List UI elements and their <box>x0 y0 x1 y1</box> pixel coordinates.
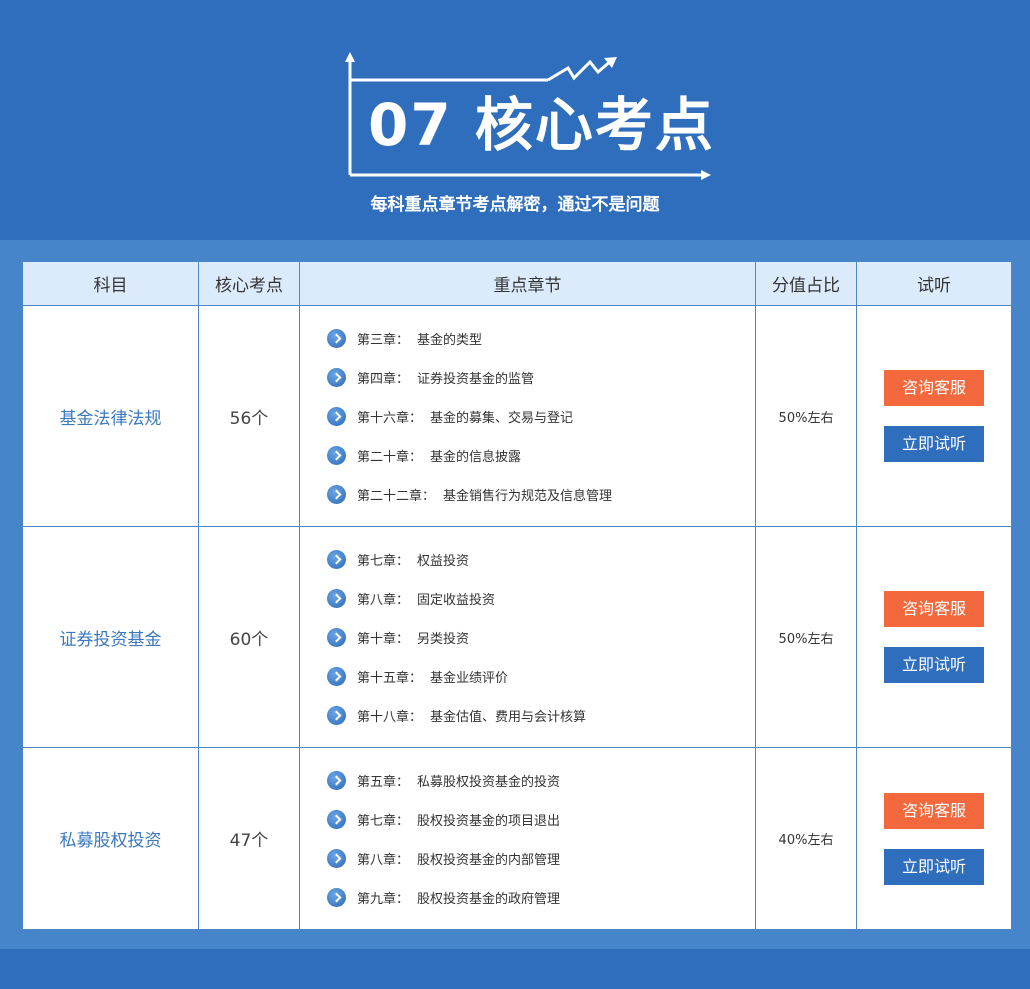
column-header: 分值占比 <box>755 261 857 306</box>
chapter-number: 第二十二章： <box>357 488 436 504</box>
column-header: 试听 <box>856 261 1012 306</box>
chevron-right-circle-icon <box>327 445 346 465</box>
actions-cell: 咨询客服 立即试听 <box>856 526 1012 748</box>
chapter-item: 第十五章： 基金业绩评价 <box>327 657 755 696</box>
chevron-right-circle-icon <box>327 770 346 790</box>
chevron-right-circle-icon <box>327 406 346 426</box>
chapter-number: 第十六章： <box>357 410 423 426</box>
chapters-cell: 第七章： 权益投资 第八章： 固定收益投资 第十章： 另类投资 第十五章： 基金业绩评价… <box>299 526 756 748</box>
consult-button[interactable]: 咨询客服 <box>884 591 984 627</box>
listen-button[interactable]: 立即试听 <box>884 426 984 462</box>
count-cell: 60个 <box>198 526 300 748</box>
consult-button[interactable]: 咨询客服 <box>884 792 984 829</box>
listen-button[interactable]: 立即试听 <box>884 647 984 683</box>
chevron-right-circle-icon <box>327 549 346 569</box>
chevron-right-circle-icon <box>327 367 346 387</box>
chapter-title: 权益投资 <box>417 553 470 569</box>
chapter-item: 第十六章： 基金的募集、交易与登记 <box>327 397 755 436</box>
table-row: 私募股权投资 47个 第五章： 私募股权投资基金的投资 第七章： 股权投资基金的项目… <box>22 747 1012 930</box>
chapter-item: 第十八章： 基金估值、费用与会计核算 <box>327 696 755 735</box>
chapter-title: 私募股权投资基金的投资 <box>417 774 561 790</box>
chapter-item: 第八章： 股权投资基金的内部管理 <box>327 839 755 878</box>
column-header: 重点章节 <box>299 261 756 306</box>
chapter-number: 第二十章： <box>357 449 423 465</box>
consult-button[interactable]: 咨询客服 <box>884 370 984 406</box>
chevron-right-circle-icon <box>327 484 346 504</box>
count-cell: 47个 <box>198 747 300 930</box>
chapter-number: 第九章： <box>357 891 410 907</box>
chevron-right-circle-icon <box>327 588 346 608</box>
chevron-right-circle-icon <box>327 848 346 868</box>
chapter-item: 第三章： 基金的类型 <box>327 319 755 358</box>
chapter-title: 基金的募集、交易与登记 <box>430 410 574 426</box>
listen-button[interactable]: 立即试听 <box>884 848 984 885</box>
table-header-row: 科目 核心考点 重点章节 分值占比 试听 <box>22 261 1012 306</box>
chapter-item: 第四章： 证券投资基金的监管 <box>327 358 755 397</box>
actions-cell: 咨询客服 立即试听 <box>856 747 1012 930</box>
count-cell: 56个 <box>198 305 300 527</box>
chapter-number: 第五章： <box>357 774 410 790</box>
subject-cell: 私募股权投资 <box>22 747 199 930</box>
course-table: 科目 核心考点 重点章节 分值占比 试听 基金法律法规 56个 第三章： 基金的类… <box>22 261 1012 930</box>
chapter-item: 第十章： 另类投资 <box>327 618 755 657</box>
chapters-cell: 第五章： 私募股权投资基金的投资 第七章： 股权投资基金的项目退出 第八章： 股权投资… <box>299 747 756 930</box>
subject-cell: 基金法律法规 <box>22 305 199 527</box>
chapter-list: 第三章： 基金的类型 第四章： 证券投资基金的监管 第十六章： 基金的募集、交易与登记… <box>327 319 755 514</box>
chapter-title: 股权投资基金的项目退出 <box>417 813 561 829</box>
chapter-item: 第八章： 固定收益投资 <box>327 579 755 618</box>
chapters-cell: 第三章： 基金的类型 第四章： 证券投资基金的监管 第十六章： 基金的募集、交易与登记… <box>299 305 756 527</box>
content-panel: 科目 核心考点 重点章节 分值占比 试听 基金法律法规 56个 第三章： 基金的类… <box>0 240 1030 949</box>
chapter-title: 股权投资基金的政府管理 <box>417 891 561 907</box>
chapter-title: 证券投资基金的监管 <box>417 371 535 387</box>
chevron-right-circle-icon <box>327 666 346 686</box>
chapter-number: 第四章： <box>357 371 410 387</box>
column-header: 科目 <box>22 261 199 306</box>
chapter-title: 基金的信息披露 <box>430 449 522 465</box>
chapter-item: 第二十二章： 基金销售行为规范及信息管理 <box>327 475 755 514</box>
chapter-title: 基金销售行为规范及信息管理 <box>443 488 613 504</box>
table-row: 证券投资基金 60个 第七章： 权益投资 第八章： 固定收益投资 第十章： 另类投资 … <box>22 526 1012 748</box>
chevron-right-circle-icon <box>327 887 346 907</box>
column-header: 核心考点 <box>198 261 300 306</box>
actions-cell: 咨询客服 立即试听 <box>856 305 1012 527</box>
ratio-cell: 40%左右 <box>755 747 857 930</box>
chapter-number: 第七章： <box>357 813 410 829</box>
chapter-item: 第七章： 权益投资 <box>327 540 755 579</box>
ratio-cell: 50%左右 <box>755 305 857 527</box>
subject-cell: 证券投资基金 <box>22 526 199 748</box>
chapter-number: 第八章： <box>357 852 410 868</box>
chapter-item: 第七章： 股权投资基金的项目退出 <box>327 800 755 839</box>
chapter-title: 基金估值、费用与会计核算 <box>430 709 587 725</box>
ratio-cell: 50%左右 <box>755 526 857 748</box>
chevron-right-circle-icon <box>327 627 346 647</box>
chapter-item: 第九章： 股权投资基金的政府管理 <box>327 878 755 917</box>
chapter-number: 第三章： <box>357 332 410 348</box>
chapter-number: 第十章： <box>357 631 410 647</box>
chapter-title: 股权投资基金的内部管理 <box>417 852 561 868</box>
page-subtitle: 每科重点章节考点解密，通过不是问题 <box>370 195 660 215</box>
chapter-number: 第十五章： <box>357 670 423 686</box>
header: 07 核心考点 每科重点章节考点解密，通过不是问题 <box>0 0 1030 240</box>
chapter-title: 基金业绩评价 <box>430 670 509 686</box>
chapter-item: 第五章： 私募股权投资基金的投资 <box>327 761 755 800</box>
chevron-right-circle-icon <box>327 328 346 348</box>
chapter-list: 第七章： 权益投资 第八章： 固定收益投资 第十章： 另类投资 第十五章： 基金业绩评价… <box>327 540 755 735</box>
chapter-title: 固定收益投资 <box>417 592 496 608</box>
chapter-list: 第五章： 私募股权投资基金的投资 第七章： 股权投资基金的项目退出 第八章： 股权投资… <box>327 761 755 917</box>
chapter-number: 第八章： <box>357 592 410 608</box>
chapter-item: 第二十章： 基金的信息披露 <box>327 436 755 475</box>
chapter-title: 基金的类型 <box>417 332 483 348</box>
table-row: 基金法律法规 56个 第三章： 基金的类型 第四章： 证券投资基金的监管 第十六章：… <box>22 305 1012 527</box>
page-title: 07 核心考点 <box>368 91 715 159</box>
chevron-right-circle-icon <box>327 705 346 725</box>
chapter-number: 第十八章： <box>357 709 423 725</box>
chapter-number: 第七章： <box>357 553 410 569</box>
chapter-title: 另类投资 <box>417 631 470 647</box>
chevron-right-circle-icon <box>327 809 346 829</box>
